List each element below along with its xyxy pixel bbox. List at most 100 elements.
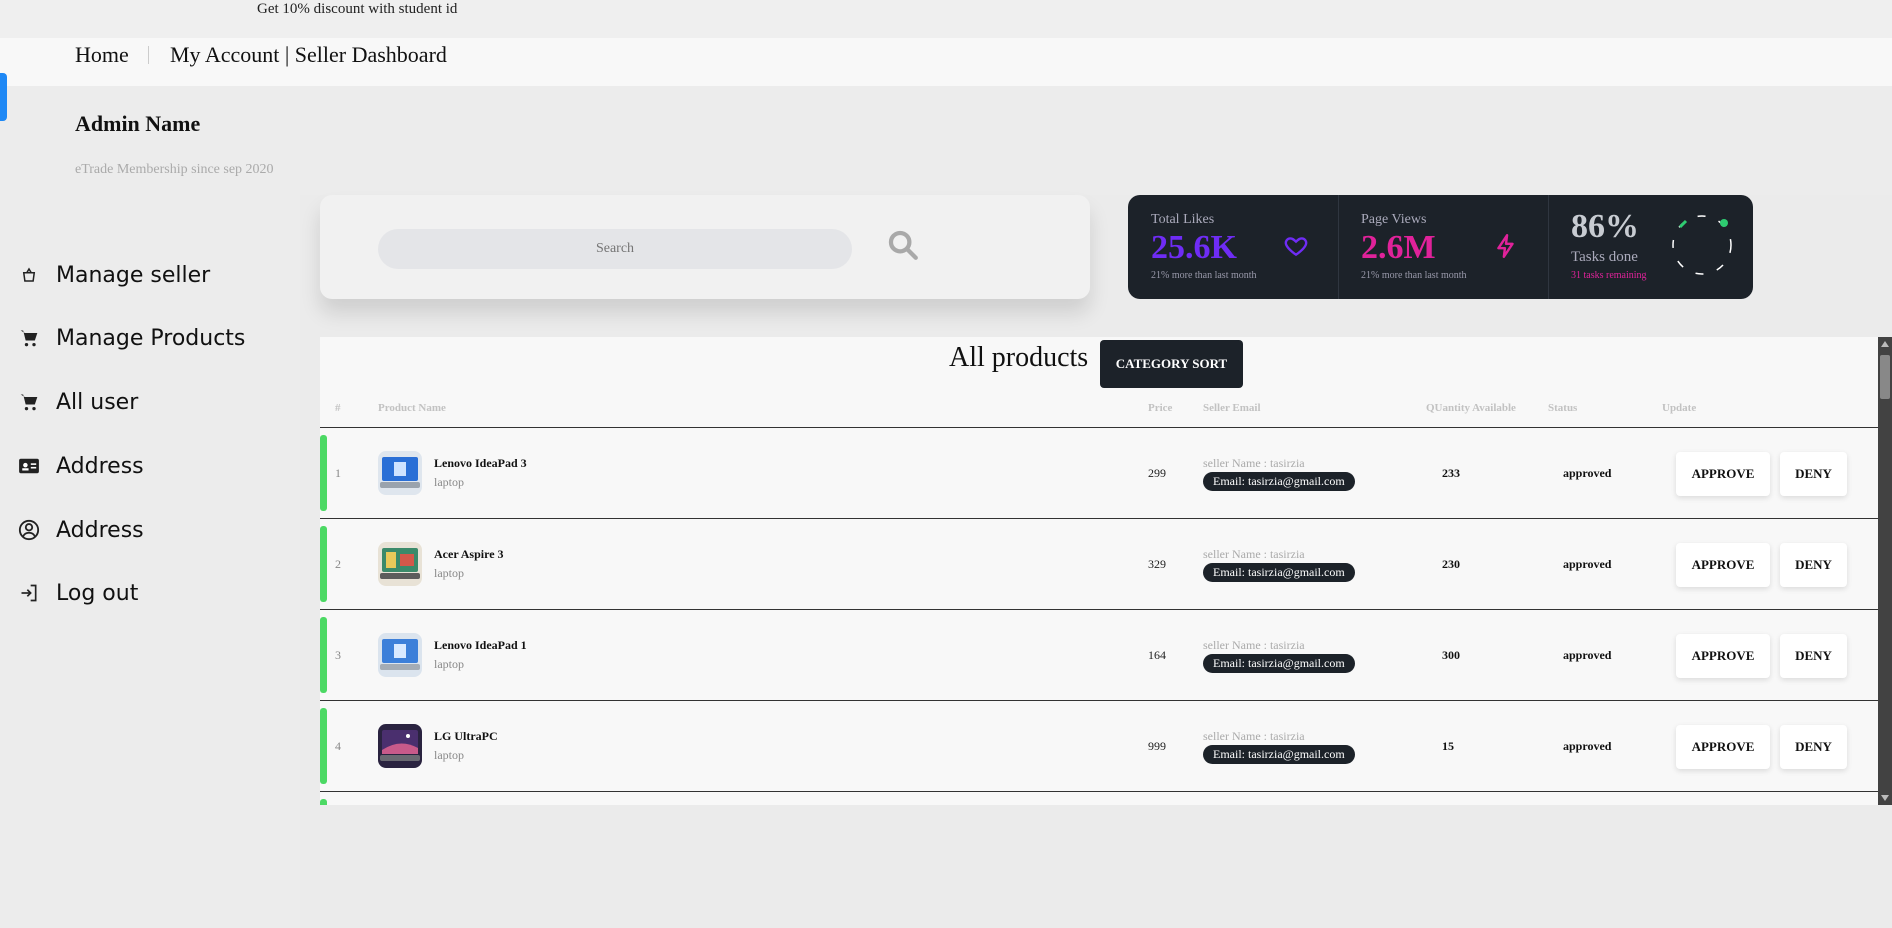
sidebar-item-label: Address — [56, 453, 144, 479]
products-title: All products — [949, 342, 1089, 373]
scroll-up-arrow-icon[interactable] — [1881, 341, 1889, 347]
stat-total-likes: Total Likes 25.6K 21% more than last mon… — [1128, 195, 1338, 299]
heart-icon — [1283, 233, 1309, 259]
scroll-down-arrow-icon[interactable] — [1881, 795, 1889, 801]
stat-value: 25.6K — [1151, 229, 1237, 266]
id-card-icon — [18, 455, 40, 477]
row-status-bar — [320, 708, 327, 784]
table-row: 3 Lenovo IdeaPad 1 laptop 164 seller Nam… — [320, 609, 1878, 700]
sidebar-item-label: Manage Products — [56, 325, 246, 351]
nav-account-link[interactable]: My Account | Seller Dashboard — [170, 42, 447, 68]
product-thumbnail — [378, 451, 422, 495]
membership-text: eTrade Membership since sep 2020 — [75, 162, 274, 177]
product-name[interactable]: Lenovo IdeaPad 3 — [434, 456, 527, 471]
stat-tasks-done: 86% Tasks done 31 tasks remaining — [1548, 195, 1753, 299]
row-index: 4 — [335, 739, 341, 753]
sidebar-item-manage-seller[interactable]: Manage seller — [18, 258, 210, 292]
approve-button[interactable]: APPROVE — [1676, 725, 1770, 769]
approve-button[interactable]: APPROVE — [1676, 452, 1770, 496]
column-header-quantity: QUantity Available — [1426, 402, 1516, 414]
status-text: approved — [1563, 648, 1612, 662]
basket-icon — [18, 264, 40, 286]
sidebar-item-address[interactable]: Address — [18, 449, 144, 483]
progress-ring — [1670, 213, 1734, 277]
products-table: All products CATEGORY SORT # Product Nam… — [320, 337, 1878, 805]
product-thumbnail — [378, 542, 422, 586]
sidebar-item-all-user[interactable]: All user — [18, 385, 138, 419]
stats-card: Total Likes 25.6K 21% more than last mon… — [1128, 195, 1753, 299]
table-scrollbar[interactable] — [1878, 337, 1892, 805]
row-index: 3 — [335, 648, 341, 662]
approve-button[interactable]: APPROVE — [1676, 543, 1770, 587]
sidebar-item-address-profile[interactable]: Address — [18, 513, 144, 547]
sidebar-item-label: Manage seller — [56, 262, 211, 288]
deny-button[interactable]: DENY — [1780, 725, 1847, 769]
deny-button[interactable]: DENY — [1780, 634, 1847, 678]
product-price: 164 — [1148, 648, 1166, 662]
promo-bar: Get 10% discount with student id — [0, 0, 1892, 38]
product-category: laptop — [434, 748, 464, 762]
nav-home-link[interactable]: Home — [75, 42, 129, 68]
stat-title: Total Likes — [1151, 212, 1215, 227]
deny-button[interactable]: DENY — [1780, 543, 1847, 587]
logout-icon — [18, 582, 40, 604]
seller-name: seller Name : tasirzia — [1203, 638, 1305, 652]
approve-button[interactable]: APPROVE — [1676, 634, 1770, 678]
column-header-index: # — [335, 402, 341, 414]
product-category: laptop — [434, 566, 464, 580]
table-row — [320, 791, 1878, 805]
row-index: 2 — [335, 557, 341, 571]
search-icon — [886, 228, 920, 267]
product-thumbnail — [378, 724, 422, 768]
cart-icon — [18, 327, 40, 349]
product-category: laptop — [434, 657, 464, 671]
column-header-update: Update — [1662, 402, 1697, 414]
table-row: 1 Lenovo IdeaPad 3 laptop 299 seller Nam… — [320, 427, 1878, 518]
seller-email-badge: Email: tasirzia@gmail.com — [1203, 563, 1355, 582]
product-price: 329 — [1148, 557, 1166, 571]
column-header-product-name: Product Name — [378, 402, 446, 414]
table-row: 2 Acer Aspire 3 laptop 329 seller Name :… — [320, 518, 1878, 609]
sidebar-item-label: All user — [56, 389, 139, 415]
admin-name: Admin Name — [75, 111, 201, 136]
scrollbar-thumb[interactable] — [1880, 355, 1890, 399]
quantity-available: 230 — [1442, 557, 1460, 571]
search-button[interactable] — [883, 227, 923, 267]
product-price: 999 — [1148, 739, 1166, 753]
breadcrumb: Home My Account | Seller Dashboard — [0, 38, 1892, 86]
seller-email-badge: Email: tasirzia@gmail.com — [1203, 745, 1355, 764]
category-sort-button[interactable]: CATEGORY SORT — [1100, 340, 1243, 388]
row-status-bar — [320, 799, 327, 805]
product-category: laptop — [434, 475, 464, 489]
table-row: 4 LG UltraPC laptop 999 seller Name : ta… — [320, 700, 1878, 791]
feedback-tab[interactable] — [0, 73, 7, 121]
seller-name: seller Name : tasirzia — [1203, 456, 1305, 470]
sidebar — [0, 195, 300, 928]
product-thumbnail — [378, 633, 422, 677]
seller-email-badge: Email: tasirzia@gmail.com — [1203, 472, 1355, 491]
product-name[interactable]: Acer Aspire 3 — [434, 547, 504, 562]
status-text: approved — [1563, 739, 1612, 753]
stat-subtext: 31 tasks remaining — [1571, 270, 1647, 281]
breadcrumb-divider — [148, 46, 149, 64]
status-text: approved — [1563, 466, 1612, 480]
product-price: 299 — [1148, 466, 1166, 480]
seller-email-badge: Email: tasirzia@gmail.com — [1203, 654, 1355, 673]
stat-subtext: 21% more than last month — [1151, 270, 1257, 281]
sidebar-item-log-out[interactable]: Log out — [18, 576, 138, 610]
stat-subtext: 21% more than last month — [1361, 270, 1467, 281]
quantity-available: 15 — [1442, 739, 1454, 753]
row-status-bar — [320, 435, 327, 511]
product-name[interactable]: Lenovo IdeaPad 1 — [434, 638, 527, 653]
deny-button[interactable]: DENY — [1780, 452, 1847, 496]
column-header-seller-email: Seller Email — [1203, 402, 1261, 414]
seller-name: seller Name : tasirzia — [1203, 547, 1305, 561]
stat-value: 2.6M — [1361, 229, 1436, 266]
row-status-bar — [320, 617, 327, 693]
lightning-icon — [1493, 233, 1519, 259]
sidebar-item-label: Address — [56, 517, 144, 543]
promo-text: Get 10% discount with student id — [257, 1, 458, 17]
search-input[interactable] — [378, 229, 852, 269]
sidebar-item-manage-products[interactable]: Manage Products — [18, 321, 245, 355]
product-name[interactable]: LG UltraPC — [434, 729, 498, 744]
